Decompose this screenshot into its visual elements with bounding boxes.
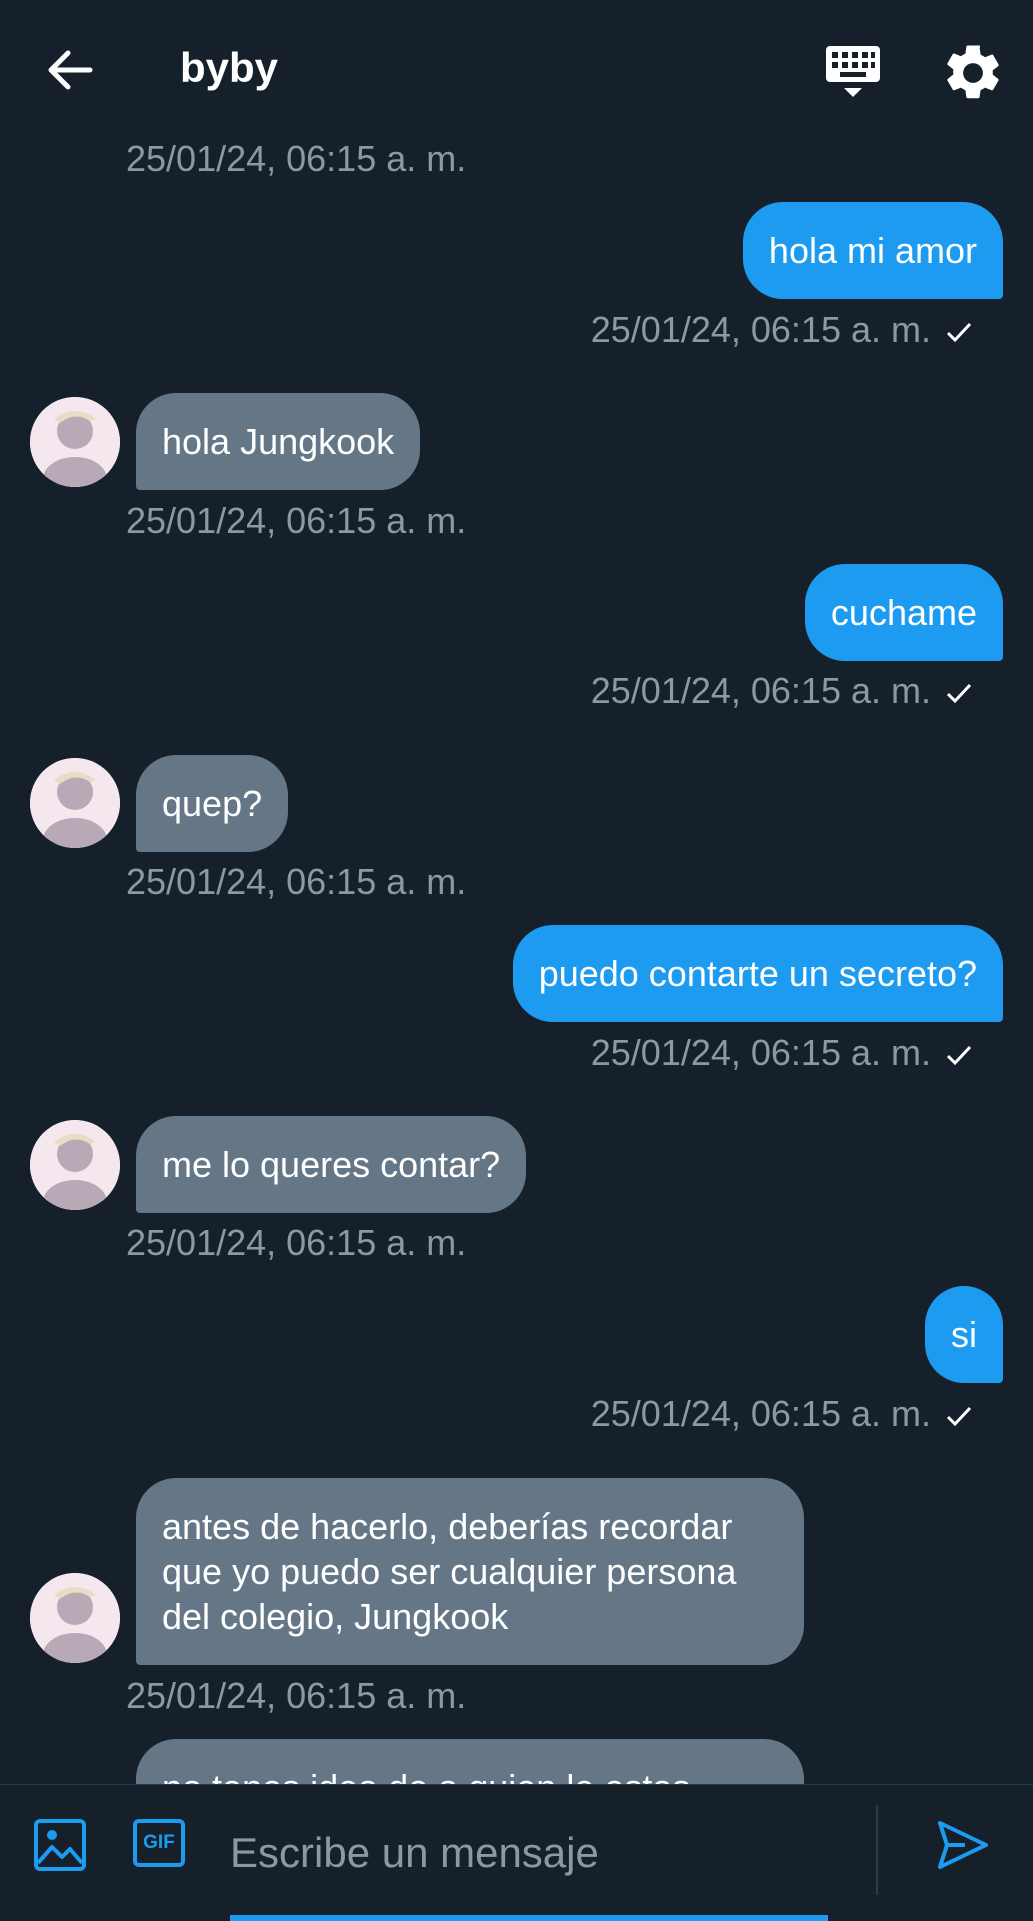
incoming-message[interactable]: quep? (136, 755, 289, 852)
sent-check-icon (946, 1046, 972, 1066)
message-composer: GIF (0, 1784, 1033, 1921)
incoming-message[interactable]: me lo queres contar? (136, 1116, 527, 1213)
outgoing-message[interactable]: si (925, 1286, 1003, 1383)
avatar[interactable] (30, 1573, 120, 1663)
timestamp-text: 25/01/24, 06:15 a. m. (590, 670, 931, 711)
sent-check-icon (946, 684, 972, 704)
timestamp-text: 25/01/24, 06:15 a. m. (590, 1032, 931, 1073)
incoming-message[interactable]: no tenes idea de a quien le estas (136, 1739, 804, 1784)
avatar-icon (30, 1120, 120, 1210)
timestamp-text: 25/01/24, 06:15 a. m. (590, 1393, 931, 1434)
send-icon (938, 1821, 988, 1869)
gif-button[interactable]: GIF (133, 1819, 185, 1867)
message-timestamp: 25/01/24, 06:15 a. m. (591, 1032, 973, 1074)
avatar[interactable] (30, 397, 120, 487)
avatar-icon (30, 397, 120, 487)
message-timestamp: 25/01/24, 06:15 a. m. (126, 861, 467, 902)
message-timestamp: 25/01/24, 06:15 a. m. (591, 309, 973, 351)
message-list[interactable]: 25/01/24, 06:15 a. m. hola mi amor 25/01… (0, 0, 1033, 1784)
message-timestamp: 25/01/24, 06:15 a. m. (591, 670, 973, 712)
message-line: antes de hacerlo, deberías recordar (162, 1506, 733, 1547)
sent-check-icon (946, 1407, 972, 1427)
avatar[interactable] (30, 758, 120, 848)
avatar-icon (30, 758, 120, 848)
message-line: que yo puedo ser cualquier persona (162, 1551, 737, 1592)
divider (876, 1805, 878, 1895)
incoming-message[interactable]: hola Jungkook (136, 393, 421, 490)
outgoing-message[interactable]: hola mi amor (742, 202, 1003, 299)
message-timestamp: 25/01/24, 06:15 a. m. (126, 500, 467, 541)
outgoing-message[interactable]: cuchame (804, 564, 1003, 661)
timestamp-text: 25/01/24, 06:15 a. m. (590, 309, 931, 350)
message-input[interactable] (230, 1803, 828, 1903)
sent-check-icon (946, 323, 972, 343)
send-button[interactable] (935, 1817, 991, 1873)
message-timestamp: 25/01/24, 06:15 a. m. (126, 138, 467, 179)
incoming-message[interactable]: antes de hacerlo, deberías recordar que … (136, 1478, 804, 1665)
message-timestamp: 25/01/24, 06:15 a. m. (126, 1675, 467, 1716)
message-line: del colegio, Jungkook (162, 1596, 509, 1637)
avatar-icon (30, 1573, 120, 1663)
image-icon (34, 1819, 86, 1871)
input-focus-underline (230, 1915, 828, 1921)
outgoing-message[interactable]: puedo contarte un secreto? (512, 925, 1003, 1022)
add-image-button[interactable] (32, 1817, 88, 1873)
message-timestamp: 25/01/24, 06:15 a. m. (126, 1222, 467, 1263)
message-timestamp: 25/01/24, 06:15 a. m. (591, 1393, 973, 1435)
avatar[interactable] (30, 1120, 120, 1210)
